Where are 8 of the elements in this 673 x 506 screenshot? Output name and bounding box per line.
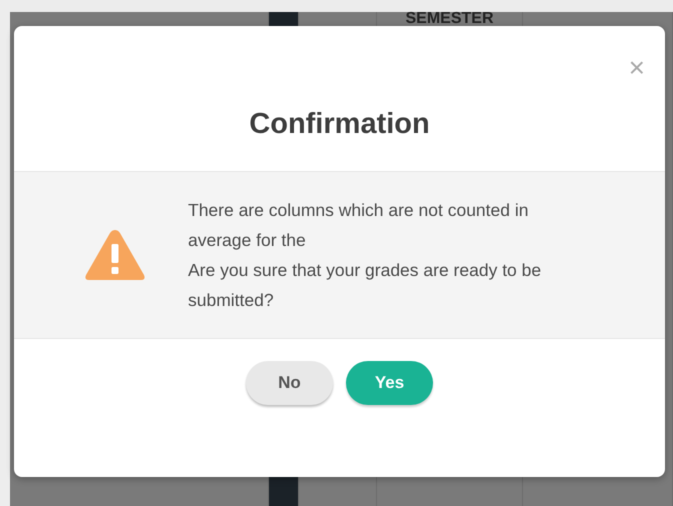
warning-icon: [84, 227, 146, 283]
column-header: SEMESTER: [405, 11, 494, 27]
confirm-button[interactable]: Yes: [346, 361, 433, 405]
message-text: There are columns which are not counted in average for the: [188, 199, 530, 252]
cancel-button[interactable]: No: [246, 361, 333, 405]
message-text: Are you sure that your grades are ready to be submitted?: [188, 259, 542, 312]
close-button[interactable]: ×: [628, 56, 645, 80]
dialog-title: Confirmation: [249, 107, 430, 142]
